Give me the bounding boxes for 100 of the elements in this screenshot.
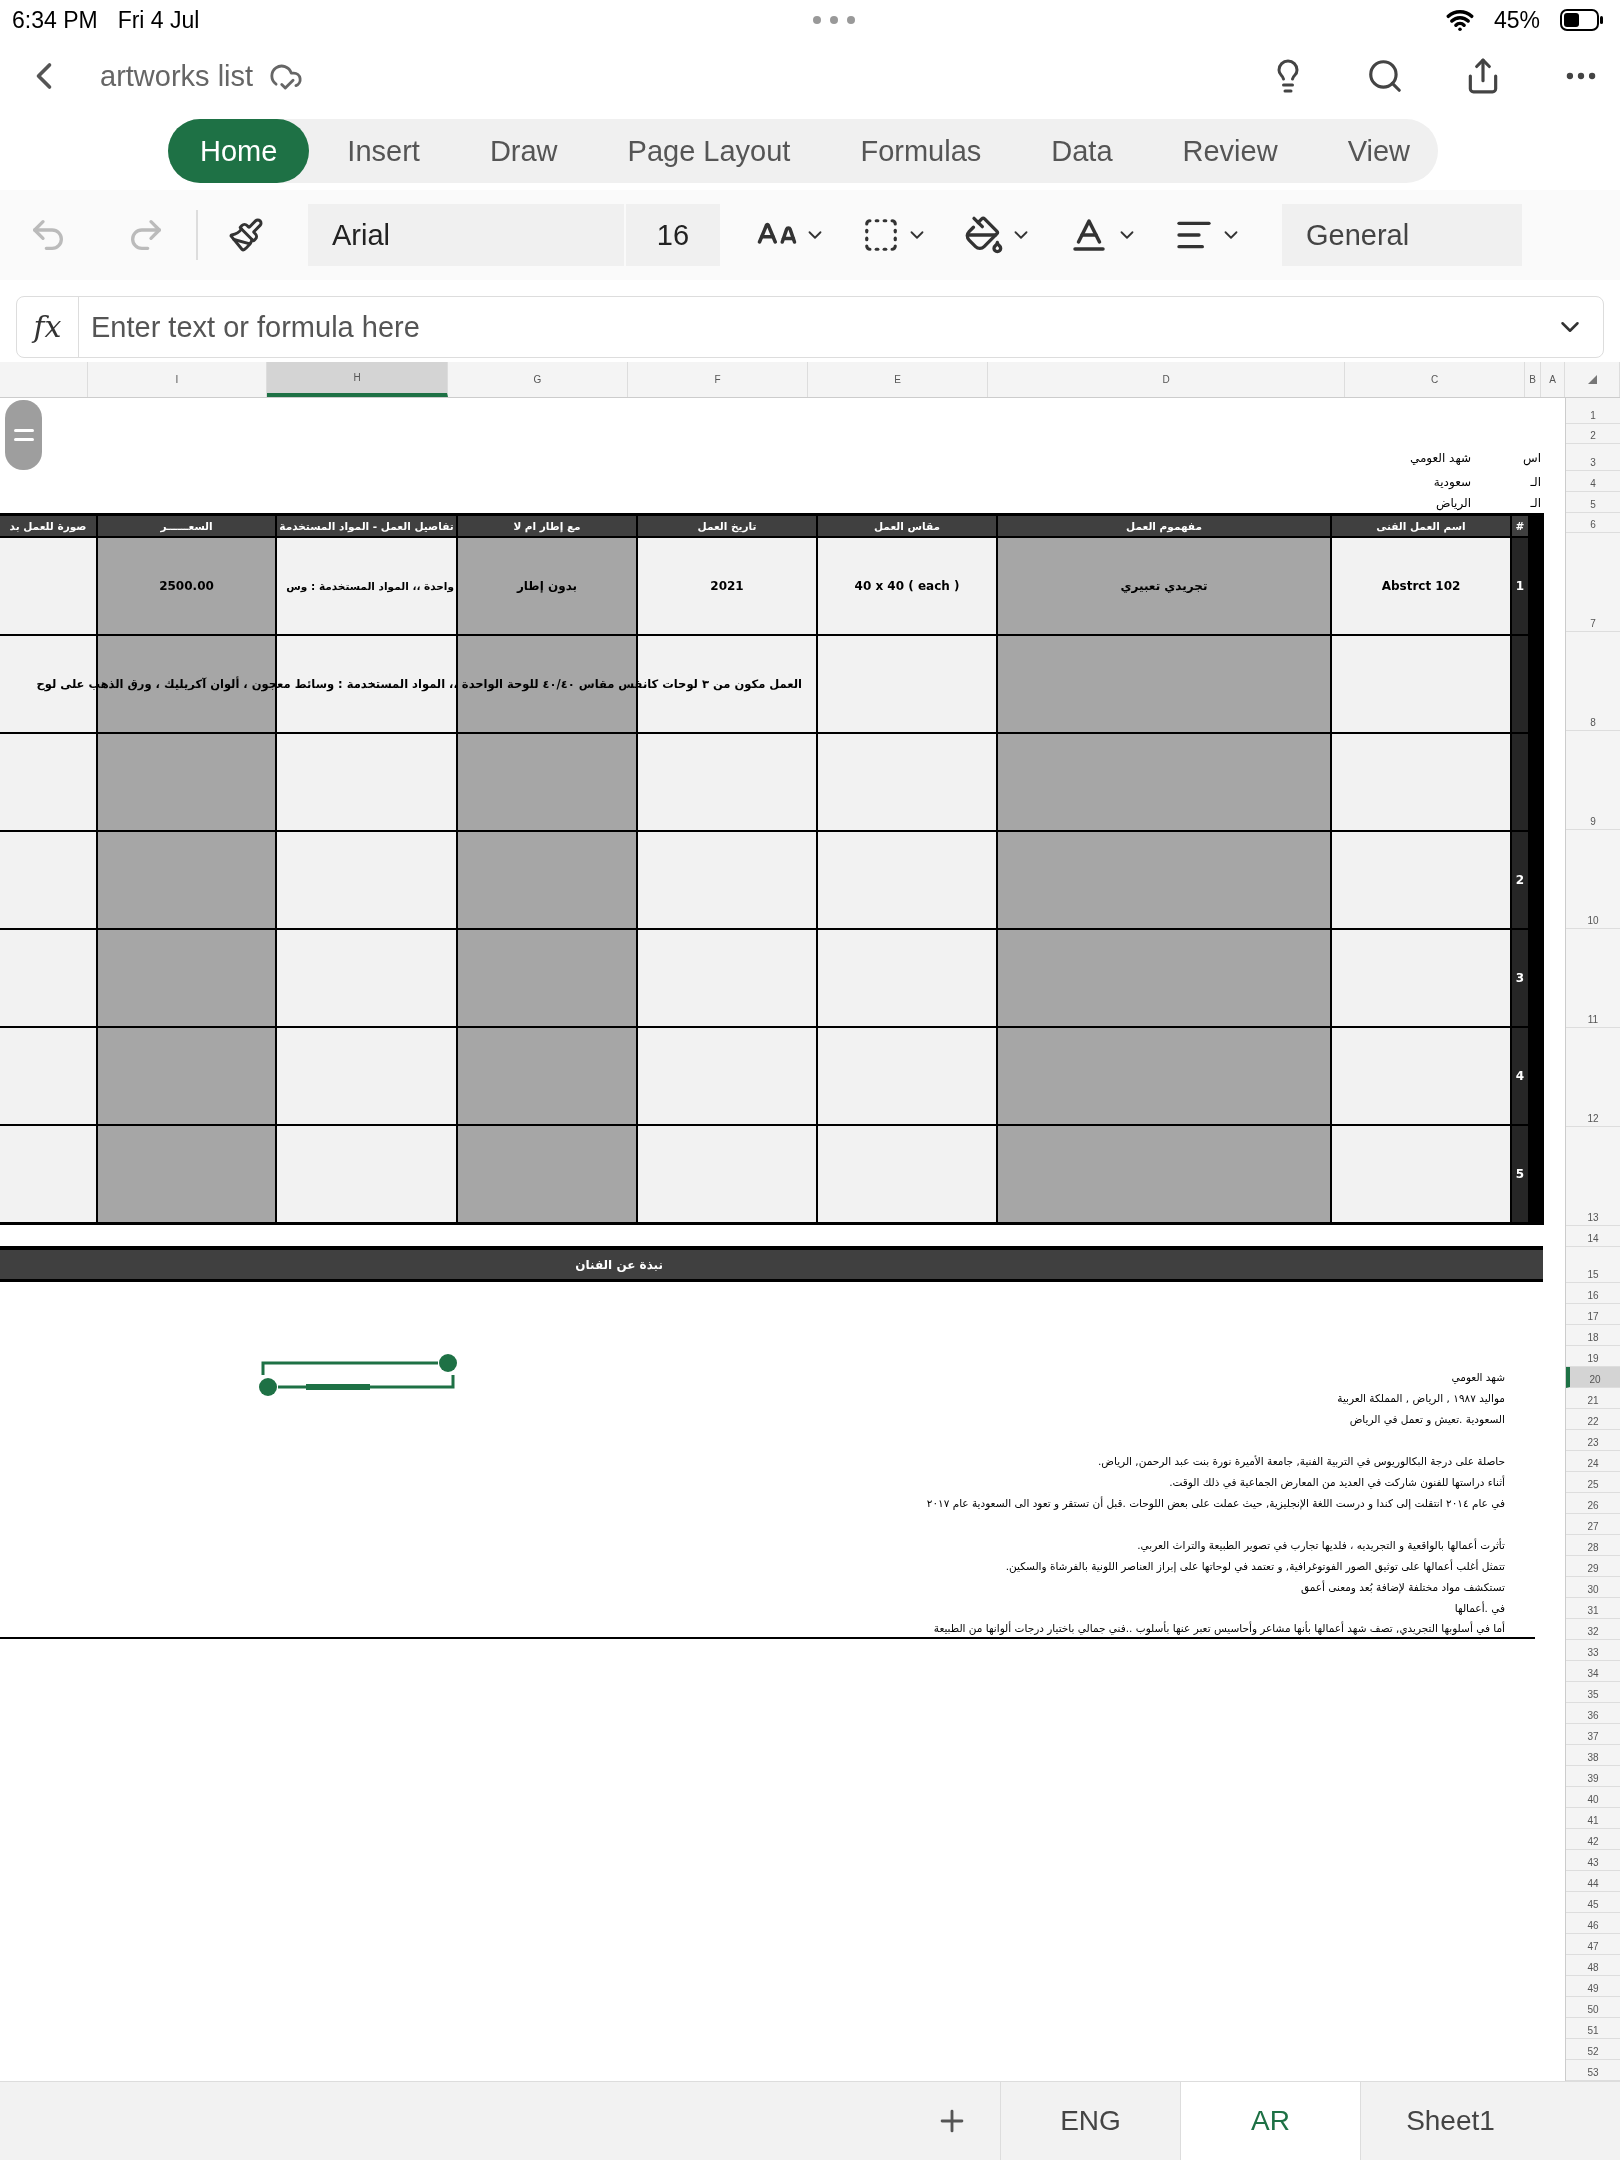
row-header[interactable]: 31 (1566, 1598, 1620, 1619)
row-header[interactable]: 11 (1566, 929, 1620, 1028)
drag-handle[interactable] (5, 400, 42, 470)
row-header[interactable]: 22 (1566, 1409, 1620, 1430)
info-label: الـ (1529, 495, 1541, 510)
row-header[interactable]: 46 (1566, 1913, 1620, 1934)
row-header[interactable]: 27 (1566, 1514, 1620, 1535)
row-header[interactable]: 13 (1566, 1127, 1620, 1226)
status-time: 6:34 PM (12, 6, 98, 34)
ribbon-tab[interactable]: Insert (315, 119, 452, 183)
column-heading: تاريخ العمل (638, 516, 816, 536)
column-header[interactable]: I (88, 362, 267, 397)
bio-line: تأثرت أعمالها بالواقعية و التجريديه ، فلديها تجارب في تصوير الطبيعة والتراث العربي. (1137, 1538, 1505, 1551)
number-format-field[interactable]: General (1282, 204, 1522, 266)
document-title: artworks list (100, 59, 254, 93)
row-header[interactable]: 1 (1566, 398, 1620, 424)
bio-line: في عام ٢٠١٤ انتقلت إلى كندا و درست اللغة الإنجليزية, حيث عملت على بعض اللوحات .قبل أن تستقر و تعود الى السعودية عام ٢٠١٧ (926, 1496, 1505, 1509)
row-header[interactable]: 49 (1566, 1976, 1620, 1997)
row-header[interactable]: 17 (1566, 1304, 1620, 1325)
info-value: سعودية (1433, 474, 1471, 489)
column-header[interactable]: H (267, 362, 448, 397)
paintbrush-icon[interactable] (228, 217, 264, 253)
column-header[interactable]: F (628, 362, 808, 397)
column-header[interactable]: C (1345, 362, 1525, 397)
column-heading: مع إطار ام لا (458, 516, 636, 536)
column-header[interactable]: A (1541, 362, 1565, 397)
row-header[interactable]: 16 (1566, 1283, 1620, 1304)
formula-input[interactable]: Enter text or formula here (79, 309, 1555, 345)
row-header[interactable]: 24 (1566, 1451, 1620, 1472)
bio-line: مواليد ١٩٨٧ , الرياض , المملكة العربية (1337, 1391, 1505, 1404)
row-header[interactable]: 38 (1566, 1745, 1620, 1766)
row-header[interactable]: 50 (1566, 1997, 1620, 2018)
row-header[interactable]: 42 (1566, 1829, 1620, 1850)
row-header[interactable]: 7 (1566, 533, 1620, 632)
row-header[interactable]: 8 (1566, 632, 1620, 731)
ribbon-tab[interactable]: View (1315, 119, 1442, 183)
ribbon-tab[interactable]: Home (168, 119, 310, 183)
row-header[interactable]: 6 (1566, 513, 1620, 533)
search-icon[interactable] (1366, 57, 1404, 95)
bio-line: أثناء دراستها للفنون شاركت في العديد من المعارض الجماعية في ذلك الوقت. (1169, 1475, 1505, 1488)
bio-line: أما في أسلوبها التجريدي, تصف شهد أعمالها بأنها مشاعر وأحاسيس تعبر عنها بأسلوب ..فني جمالي باختيار درجات ألوانها من الطبيعة (933, 1621, 1505, 1634)
row-header[interactable]: 4 (1566, 471, 1620, 492)
row-header[interactable]: 36 (1566, 1703, 1620, 1724)
row-header[interactable]: 37 (1566, 1724, 1620, 1745)
row-header[interactable]: 41 (1566, 1808, 1620, 1829)
row-header[interactable]: 51 (1566, 2018, 1620, 2039)
selection-handles-drawing[interactable] (258, 1353, 458, 1397)
row-header[interactable]: 25 (1566, 1472, 1620, 1493)
row-header[interactable]: 35 (1566, 1682, 1620, 1703)
row-header[interactable]: 5 (1566, 492, 1620, 513)
row-header[interactable]: 14 (1566, 1226, 1620, 1247)
row-header[interactable]: 28 (1566, 1535, 1620, 1556)
column-header[interactable]: E (808, 362, 988, 397)
font-size-field[interactable]: 16 (626, 204, 720, 266)
font-name-field[interactable]: Arial (308, 204, 624, 266)
row-header[interactable]: 3 (1566, 444, 1620, 471)
row-header[interactable]: 40 (1566, 1787, 1620, 1808)
column-header[interactable]: D (988, 362, 1345, 397)
row-header[interactable]: 43 (1566, 1850, 1620, 1871)
row-header[interactable]: 45 (1566, 1892, 1620, 1913)
row-header[interactable]: 26 (1566, 1493, 1620, 1514)
row-header[interactable]: 10 (1566, 830, 1620, 929)
column-header[interactable]: B (1525, 362, 1541, 397)
row-header[interactable]: 52 (1566, 2039, 1620, 2060)
row-header[interactable]: 32 (1566, 1619, 1620, 1640)
row-header[interactable]: 30 (1566, 1577, 1620, 1598)
ribbon-tab[interactable]: Data (1019, 119, 1145, 183)
row-header[interactable]: 39 (1566, 1766, 1620, 1787)
corner-triangle-icon[interactable] (1587, 375, 1597, 384)
row-header[interactable]: 47 (1566, 1934, 1620, 1955)
row-header[interactable]: 20 (1566, 1367, 1620, 1388)
row-header[interactable]: 2 (1566, 424, 1620, 444)
column-heading: # (1512, 516, 1528, 536)
row-header[interactable]: 21 (1566, 1388, 1620, 1409)
formula-bar[interactable]: fx Enter text or formula here (16, 296, 1604, 358)
ribbon-tab[interactable]: Formulas (828, 119, 1014, 183)
row-header[interactable]: 12 (1566, 1028, 1620, 1127)
dashed-square-icon[interactable] (862, 216, 900, 254)
row-header[interactable]: 18 (1566, 1325, 1620, 1346)
sheet-tab[interactable]: ENG (1000, 2082, 1180, 2160)
ribbon-tab[interactable]: Draw (457, 119, 590, 183)
bio-line: شهد العومي (1451, 1370, 1505, 1383)
column-heading: صورة للعمل بد (0, 516, 96, 536)
table-cell: بدون إطار (458, 538, 636, 634)
sheet-tab[interactable]: AR (1180, 2082, 1360, 2160)
row-header[interactable]: 44 (1566, 1871, 1620, 1892)
paint-bucket-icon[interactable] (964, 215, 1004, 255)
table-cell: واحدة ،، المواد المستخدمة : وس (277, 538, 456, 634)
row-header[interactable]: 9 (1566, 731, 1620, 830)
row-header[interactable]: 23 (1566, 1430, 1620, 1451)
row-header[interactable]: 29 (1566, 1556, 1620, 1577)
ribbon-tab[interactable]: Page Layout (595, 119, 823, 183)
row-header[interactable]: 33 (1566, 1640, 1620, 1661)
battery-percent: 45% (1493, 6, 1540, 34)
row-header[interactable]: 15 (1566, 1247, 1620, 1283)
row-number-cell: 5 (1512, 1126, 1528, 1222)
row-header[interactable]: 48 (1566, 1955, 1620, 1976)
row-header[interactable]: 34 (1566, 1661, 1620, 1682)
ribbon-tab[interactable]: Review (1150, 119, 1310, 183)
section-title: نبذة عن الفنان (575, 1257, 663, 1272)
